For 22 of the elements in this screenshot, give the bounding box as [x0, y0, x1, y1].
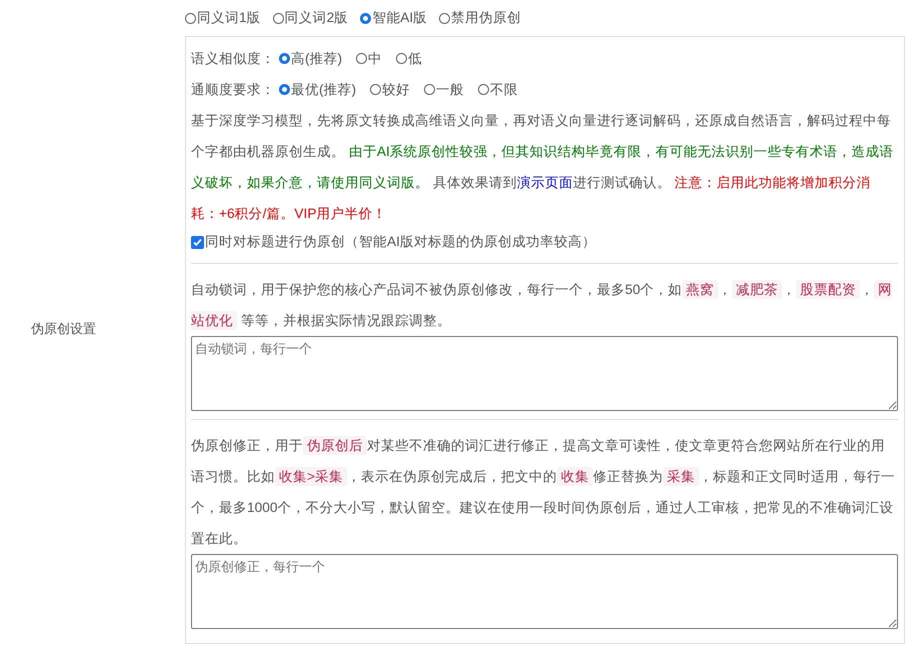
- radio-option[interactable]: 禁用伪原创: [439, 9, 522, 27]
- radio-option[interactable]: 智能AI版: [360, 9, 428, 27]
- radio-option[interactable]: 最优(推荐): [279, 80, 356, 98]
- radio-option[interactable]: 同义词1版: [185, 9, 261, 27]
- lock-words-field[interactable]: 自动锁词，每行一个: [191, 336, 898, 411]
- radio-option[interactable]: 中: [356, 50, 382, 68]
- demo-page-link[interactable]: 演示页面: [516, 175, 573, 190]
- checkmark-icon: [193, 238, 202, 246]
- lock-words-description: 自动锁词，用于保护您的核心产品词不被伪原创修改，每行一个，最多50个，如 燕窝 ， 减肥茶 ， 股票配资 ， 网站优化 等等，并根据实际情况跟踪调整。: [191, 279, 894, 332]
- radio-option[interactable]: 一般: [424, 80, 464, 98]
- title-rewrite-checkbox[interactable]: 同时对标题进行伪原创（智能AI版对标题的伪原创成功率较高）: [191, 229, 898, 255]
- ai-description: 基于深度学习模型，先将原文转换成高维语义向量，再对语义向量进行逐词解码，还原成自然语言，解码过程中每个字都由机器原创生成。 由于AI系统原创性较强，但其知识结构毕竟有限，有可能无法识别一些专有术语，造成语义破坏，如果介意，请使用同义词版。 具体效果请到演示页面进行测试确认。 注意：启用此功能将增加积分消耗：+6积分/篇。VIP用户半价！: [191, 112, 895, 223]
- corrections-description: 伪原创修正，用于 伪原创后 对某些不准确的词汇进行修正，提高文章可读性，使文章更符合您网站所在行业的用语习惯。比如 收集>采集 ，表示在伪原创完成后，把文中的 收集 修正替换为 采集 ，标题和正文同时适用，每行一个，最多1000个，不分大小写，默认留空。建议在使用一段时间伪原创后，通过人工审核，把常见的不准确词汇设置在此。: [191, 435, 896, 548]
- radio-option[interactable]: 低: [396, 50, 422, 68]
- radio-option[interactable]: 较好: [370, 80, 410, 98]
- section-label: 伪原创设置: [31, 320, 96, 338]
- field-label: 语义相似度：: [191, 50, 275, 68]
- field-label: 通顺度要求：: [191, 80, 275, 98]
- radio-option[interactable]: 不限: [478, 80, 518, 98]
- radio-option[interactable]: 同义词2版: [272, 9, 348, 27]
- radio-option[interactable]: 高(推荐): [279, 50, 342, 68]
- corrections-field[interactable]: 伪原创修正，每行一个: [191, 554, 898, 629]
